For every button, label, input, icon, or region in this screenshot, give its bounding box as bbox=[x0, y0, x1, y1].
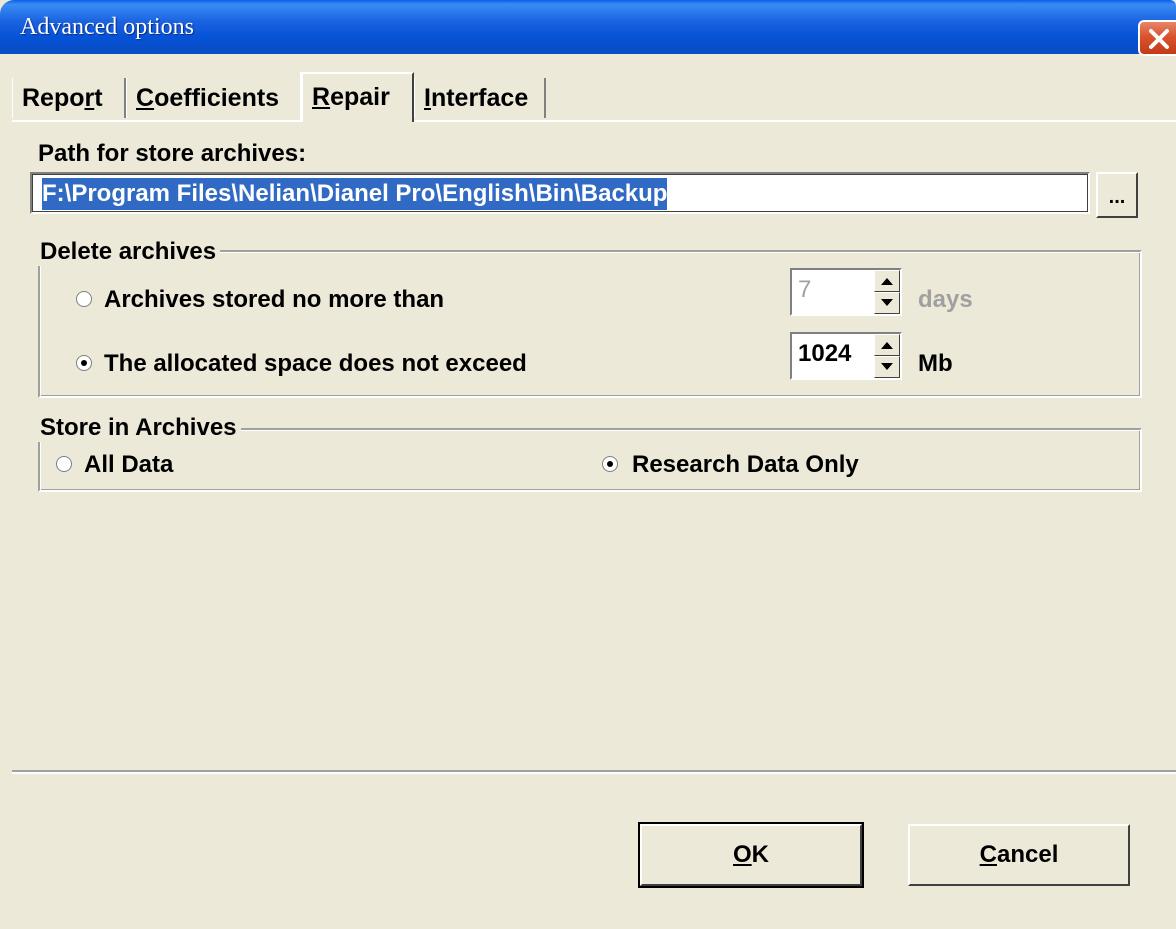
days-down-button[interactable] bbox=[874, 292, 900, 314]
advanced-options-dialog: Advanced options Report Coefficients Rep… bbox=[0, 0, 1176, 929]
window-title: Advanced options bbox=[20, 14, 194, 40]
radio-research-data-only[interactable] bbox=[602, 456, 618, 472]
close-button[interactable] bbox=[1138, 20, 1176, 56]
tab-report[interactable]: Report bbox=[12, 78, 126, 118]
radio-selected-dot bbox=[81, 360, 87, 366]
space-unit: Mb bbox=[918, 350, 953, 377]
days-up-button[interactable] bbox=[874, 270, 900, 292]
browse-button[interactable]: ... bbox=[1096, 172, 1138, 218]
store-in-archives-legend: Store in Archives bbox=[36, 414, 241, 442]
path-input[interactable]: F:\Program Files\Nelian\Dianel Pro\Engli… bbox=[30, 172, 1090, 214]
days-value: 7 bbox=[798, 276, 812, 303]
radio-research-data-only-label: Research Data Only bbox=[632, 451, 859, 478]
days-spinner-arrows bbox=[874, 270, 900, 314]
space-spinner[interactable]: 1024 bbox=[790, 332, 902, 380]
path-value: F:\Program Files\Nelian\Dianel Pro\Engli… bbox=[42, 178, 668, 210]
radio-all-data[interactable] bbox=[56, 456, 72, 472]
title-bar[interactable]: Advanced options bbox=[0, 0, 1176, 54]
radio-selected-dot bbox=[607, 461, 613, 467]
arrow-down-icon bbox=[881, 363, 893, 370]
tab-repair[interactable]: Repair bbox=[300, 72, 414, 122]
path-label: Path for store archives: bbox=[38, 140, 307, 167]
radio-archives-days-label: Archives stored no more than bbox=[104, 286, 445, 313]
radio-all-data-label: All Data bbox=[84, 451, 174, 478]
space-down-button[interactable] bbox=[874, 356, 900, 378]
tab-interface[interactable]: Interface bbox=[412, 78, 546, 118]
space-spinner-arrows bbox=[874, 334, 900, 378]
space-up-button[interactable] bbox=[874, 334, 900, 356]
days-spinner[interactable]: 7 bbox=[790, 268, 902, 316]
delete-archives-legend: Delete archives bbox=[36, 238, 221, 266]
ok-button[interactable]: OK bbox=[638, 822, 864, 888]
radio-allocated-space[interactable] bbox=[76, 355, 92, 371]
radio-archives-days[interactable] bbox=[76, 291, 92, 307]
space-value: 1024 bbox=[798, 340, 852, 367]
close-icon bbox=[1149, 29, 1169, 49]
arrow-up-icon bbox=[881, 278, 893, 285]
arrow-up-icon bbox=[881, 342, 893, 349]
tab-coefficients[interactable]: Coefficients bbox=[126, 78, 302, 118]
cancel-button[interactable]: Cancel bbox=[908, 824, 1130, 886]
footer-divider bbox=[12, 770, 1176, 774]
arrow-down-icon bbox=[881, 299, 893, 306]
days-unit: days bbox=[918, 286, 973, 313]
radio-allocated-space-label: The allocated space does not exceed bbox=[104, 350, 527, 377]
